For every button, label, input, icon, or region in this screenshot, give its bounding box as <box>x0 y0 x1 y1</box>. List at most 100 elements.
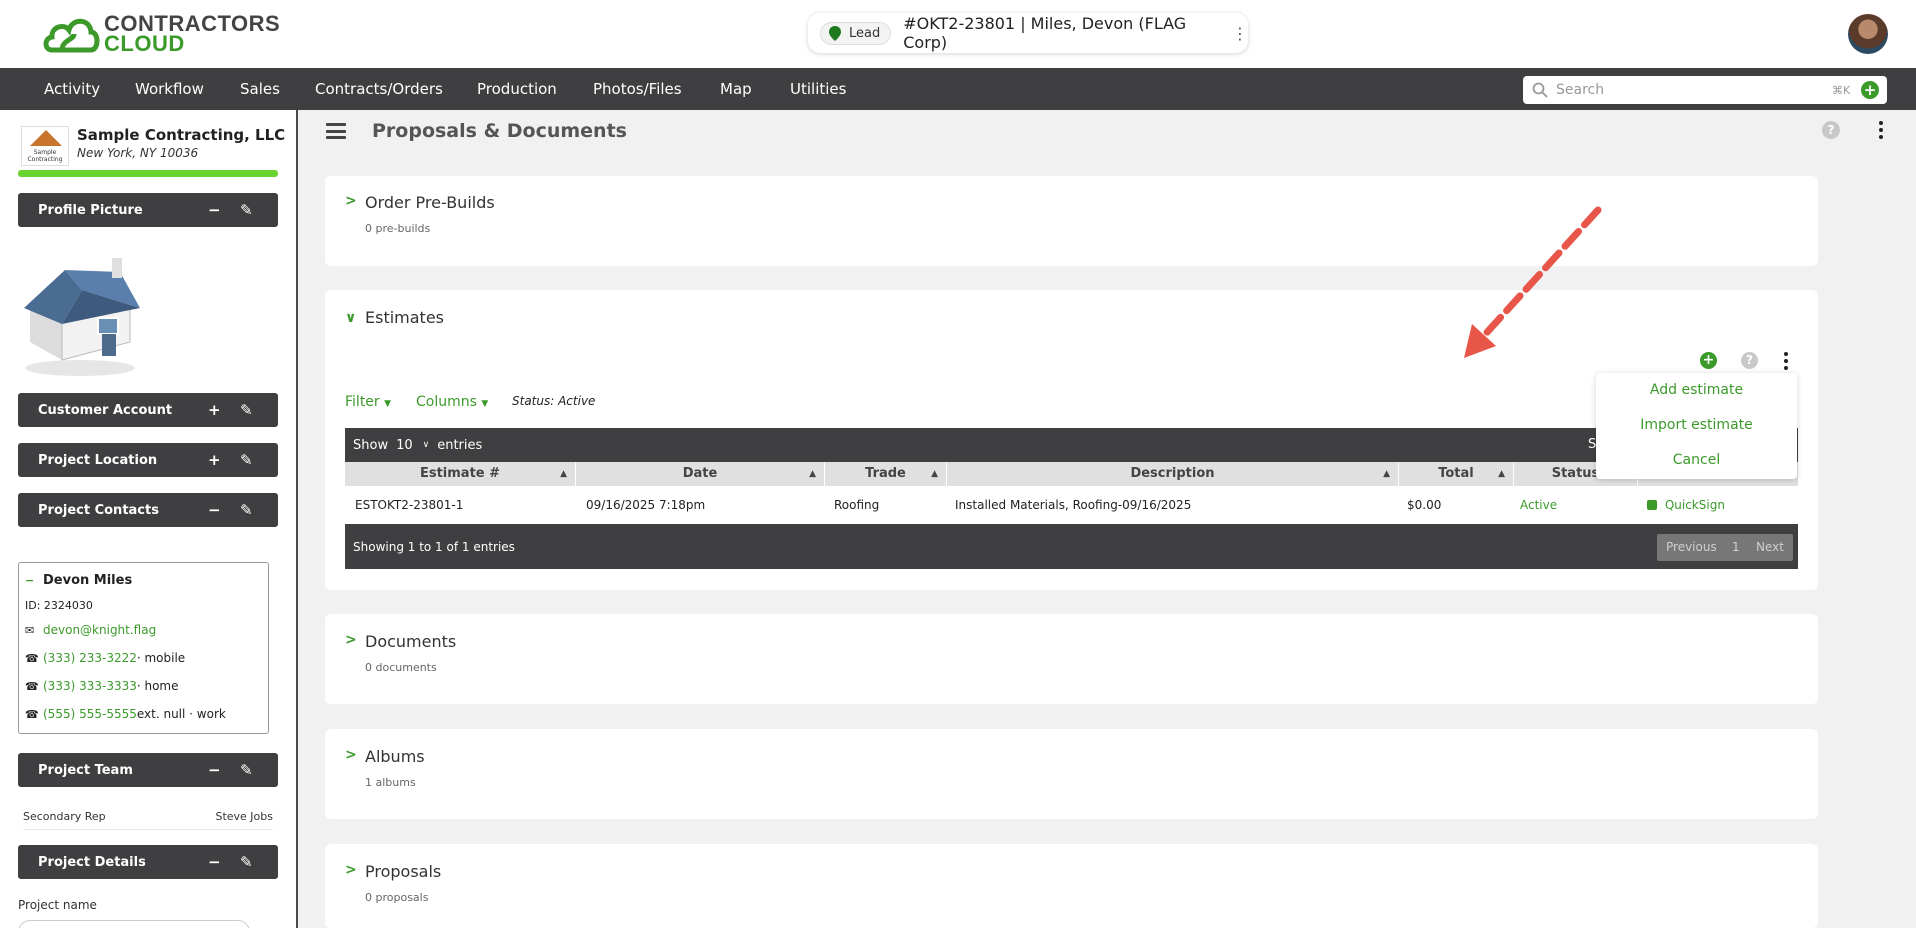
collapse-icon[interactable]: − <box>208 493 221 527</box>
card-subtitle: 0 proposals <box>365 891 429 904</box>
job-selector[interactable]: Lead #OKT2-23801 | Miles, Devon (FLAG Co… <box>808 13 1248 53</box>
section-profile-picture[interactable]: Profile Picture − ✎ <box>18 193 278 227</box>
col-trade[interactable]: Trade ▲ <box>825 462 947 486</box>
sort-up-icon: ▲ <box>931 469 938 479</box>
logo-line2: CLOUD <box>104 31 185 56</box>
team-member-row: Secondary Rep Steve Jobs <box>23 810 273 830</box>
chevron-right-icon[interactable]: > <box>345 862 357 878</box>
section-project-location[interactable]: Project Location + ✎ <box>18 443 278 477</box>
sort-up-icon: ▲ <box>1498 469 1505 479</box>
contact-email-link[interactable]: devon@knight.flag <box>43 623 156 637</box>
entries-label: entries <box>437 437 483 453</box>
section-project-contacts[interactable]: Project Contacts − ✎ <box>18 493 278 527</box>
page-1-button[interactable]: 1 <box>1723 534 1749 561</box>
house-profile-picture <box>24 258 140 376</box>
entries-select[interactable]: 10 ∨ <box>396 438 429 453</box>
col-estimate[interactable]: Estimate # ▲ <box>345 462 576 486</box>
contact-phone-link[interactable]: (333) 233-3222 <box>43 651 137 665</box>
card-title[interactable]: Albums <box>365 747 425 766</box>
nav-contracts-orders[interactable]: Contracts/Orders <box>315 68 443 110</box>
filter-dropdown[interactable]: Filter ▼ <box>345 394 391 410</box>
team-role: Secondary Rep <box>23 810 106 823</box>
help-icon[interactable]: ? <box>1822 121 1840 139</box>
nav-production[interactable]: Production <box>477 68 557 110</box>
global-search[interactable]: ⌘K <box>1523 76 1887 104</box>
collapse-icon[interactable]: − <box>208 845 221 879</box>
search-input[interactable] <box>1556 82 1826 98</box>
col-total[interactable]: Total ▲ <box>1399 462 1514 486</box>
section-project-team[interactable]: Project Team − ✎ <box>18 753 278 787</box>
show-label: Show <box>353 437 389 453</box>
add-estimate-icon[interactable]: + <box>1700 352 1717 369</box>
entries-summary: Showing 1 to 1 of 1 entries <box>353 539 515 554</box>
phone-icon: ☎ <box>25 651 39 665</box>
contact-name-row[interactable]: − Devon Miles <box>25 573 132 588</box>
lead-status-badge[interactable]: Lead <box>820 21 892 45</box>
job-menu-icon[interactable]: ⋮ <box>1232 24 1248 43</box>
cell-estimate[interactable]: ESTOKT2-23801-1 <box>355 492 463 518</box>
proposals-card: > Proposals 0 proposals <box>325 844 1818 928</box>
nav-photos-files[interactable]: Photos/Files <box>593 68 682 110</box>
card-title[interactable]: Proposals <box>365 862 441 881</box>
col-label: Trade <box>865 466 906 481</box>
contact-phone-link[interactable]: (333) 333-3333 <box>43 679 137 693</box>
chevron-right-icon[interactable]: > <box>345 632 357 648</box>
edit-icon[interactable]: ✎ <box>240 753 253 787</box>
collapse-icon[interactable]: − <box>208 193 221 227</box>
quick-add-icon[interactable]: + <box>1861 81 1879 99</box>
chevron-down-icon[interactable]: ∨ <box>345 310 356 326</box>
chevron-right-icon[interactable]: > <box>345 747 357 763</box>
quicksign-label: QuickSign <box>1664 498 1725 512</box>
logo-wordmark: CONTRACTORS CLOUD <box>104 13 280 56</box>
cell-date: 09/16/2025 7:18pm <box>586 498 706 512</box>
nav-workflow[interactable]: Workflow <box>135 68 204 110</box>
next-page-button[interactable]: Next <box>1747 534 1793 561</box>
nav-sales[interactable]: Sales <box>240 68 280 110</box>
search-icon <box>1532 82 1548 98</box>
section-customer-account[interactable]: Customer Account + ✎ <box>18 393 278 427</box>
project-name-input[interactable] <box>18 920 250 928</box>
edit-icon[interactable]: ✎ <box>240 845 253 879</box>
import-estimate-menu-item[interactable]: Import estimate <box>1596 417 1797 433</box>
card-title[interactable]: Documents <box>365 632 456 651</box>
contact-phone-row: ☎ (333) 233-3222 · mobile <box>25 651 185 665</box>
quicksign-icon <box>1647 500 1657 510</box>
chevron-right-icon[interactable]: > <box>345 193 357 209</box>
table-row[interactable]: ESTOKT2-23801-1 09/16/2025 7:18pm Roofin… <box>345 492 1798 518</box>
project-name-label: Project name <box>18 898 97 912</box>
card-title[interactable]: Order Pre-Builds <box>365 193 495 212</box>
hamburger-menu-icon[interactable] <box>326 123 346 139</box>
previous-page-button[interactable]: Previous <box>1657 534 1726 561</box>
collapse-icon[interactable]: − <box>25 574 37 587</box>
caret-down-icon: ▼ <box>384 399 392 409</box>
page-menu-icon[interactable] <box>1878 121 1884 139</box>
nav-map[interactable]: Map <box>720 68 752 110</box>
col-description[interactable]: Description ▲ <box>947 462 1399 486</box>
add-icon[interactable]: + <box>208 443 221 477</box>
contact-phone-row: ☎ (333) 333-3333 · home <box>25 679 179 693</box>
col-date[interactable]: Date ▲ <box>576 462 825 486</box>
quicksign-link[interactable]: QuickSign <box>1647 492 1725 518</box>
contact-phone-link[interactable]: (555) 555-5555 <box>43 707 137 721</box>
collapse-icon[interactable]: − <box>208 753 221 787</box>
contact-name: Devon Miles <box>43 573 133 588</box>
help-icon[interactable]: ? <box>1741 352 1758 369</box>
section-project-details[interactable]: Project Details − ✎ <box>18 845 278 879</box>
add-icon[interactable]: + <box>208 393 221 427</box>
contractors-cloud-logo[interactable]: CONTRACTORS CLOUD <box>42 12 280 56</box>
user-avatar[interactable] <box>1848 14 1888 54</box>
columns-dropdown[interactable]: Columns ▼ <box>416 394 488 410</box>
estimates-menu-icon[interactable] <box>1783 352 1789 370</box>
cancel-menu-item[interactable]: Cancel <box>1596 452 1797 468</box>
nav-activity[interactable]: Activity <box>44 68 100 110</box>
edit-icon[interactable]: ✎ <box>240 443 253 477</box>
add-estimate-menu-item[interactable]: Add estimate <box>1596 382 1797 398</box>
edit-icon[interactable]: ✎ <box>240 193 253 227</box>
edit-icon[interactable]: ✎ <box>240 393 253 427</box>
col-label: Date <box>682 466 718 481</box>
edit-icon[interactable]: ✎ <box>240 493 253 527</box>
section-title: Project Location <box>38 452 158 468</box>
card-title[interactable]: Estimates <box>365 308 444 327</box>
nav-utilities[interactable]: Utilities <box>790 68 846 110</box>
entries-count: 10 <box>396 437 413 453</box>
